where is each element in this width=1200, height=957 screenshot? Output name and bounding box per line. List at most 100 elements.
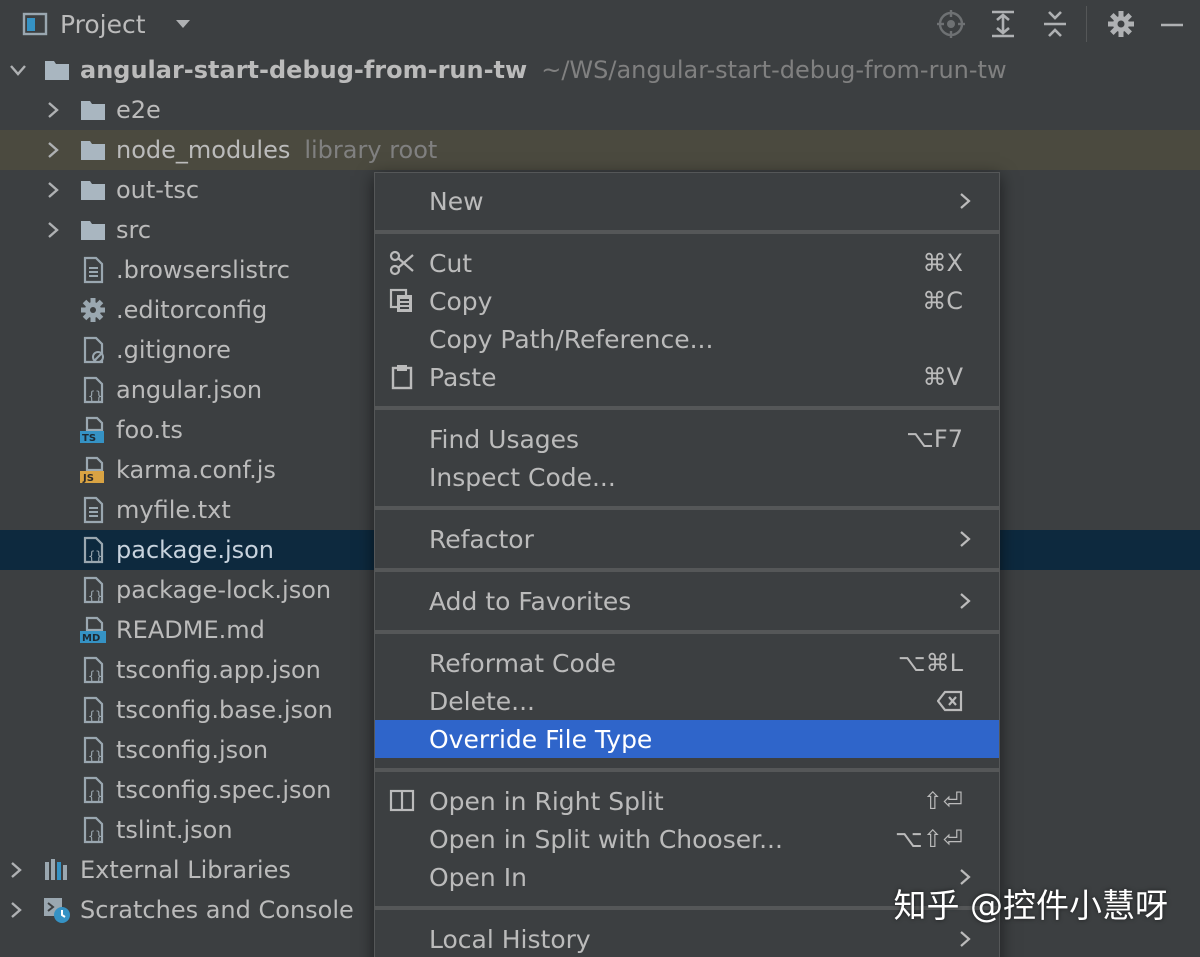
chevron-right-icon bbox=[960, 931, 971, 947]
chevron-right-icon[interactable] bbox=[6, 860, 26, 880]
folder-label: src bbox=[116, 216, 152, 244]
root-name-text: angular-start-debug-from-run-tw bbox=[80, 56, 528, 84]
file-label: foo.ts bbox=[116, 416, 183, 444]
menu-item-label: New bbox=[429, 186, 484, 216]
menu-shortcut: ⌥⇧⏎ bbox=[895, 825, 963, 853]
folder-name-text: node_modules bbox=[116, 136, 291, 164]
collapse-all-icon[interactable] bbox=[1039, 8, 1071, 40]
menu-item-label: Delete... bbox=[429, 686, 535, 716]
scissors-icon bbox=[389, 250, 414, 276]
minimize-icon[interactable] bbox=[1156, 8, 1188, 40]
menu-item-label: Paste bbox=[429, 362, 497, 392]
folder-icon bbox=[45, 61, 69, 80]
md-badge: MD bbox=[82, 633, 101, 644]
menu-separator bbox=[375, 506, 999, 510]
text-file-icon bbox=[83, 496, 104, 524]
json-file-icon: {} bbox=[83, 736, 104, 764]
menu-item-label: Reformat Code bbox=[429, 648, 616, 678]
menu-item-copy[interactable]: Copy ⌘C bbox=[375, 282, 999, 320]
file-label: tslint.json bbox=[116, 816, 233, 844]
svg-text:{}: {} bbox=[88, 789, 102, 803]
gear-icon bbox=[81, 298, 105, 322]
menu-item-label: Open In bbox=[429, 862, 527, 892]
file-label: myfile.txt bbox=[116, 496, 231, 524]
menu-item-label: Add to Favorites bbox=[429, 586, 632, 616]
menu-item-label: Local History bbox=[429, 924, 591, 954]
file-label: tsconfig.base.json bbox=[116, 696, 333, 724]
menu-shortcut: ⌘X bbox=[922, 249, 963, 277]
json-file-icon: {} bbox=[83, 816, 104, 844]
root-folder-name: angular-start-debug-from-run-tw ~/WS/angu… bbox=[80, 56, 1007, 84]
library-root-hint: library root bbox=[304, 136, 438, 164]
json-file-icon: {} bbox=[83, 576, 104, 604]
menu-item-delete[interactable]: Delete... bbox=[375, 682, 999, 720]
menu-item-label: Cut bbox=[429, 248, 473, 278]
menu-item-label: Override File Type bbox=[429, 724, 653, 754]
chevron-right-icon[interactable] bbox=[43, 220, 63, 240]
file-label: tsconfig.spec.json bbox=[116, 776, 332, 804]
json-file-icon: {} bbox=[83, 776, 104, 804]
menu-item-reformat-code[interactable]: Reformat Code ⌥⌘L bbox=[375, 644, 999, 682]
file-label: tsconfig.app.json bbox=[116, 656, 321, 684]
menu-item-add-to-favorites[interactable]: Add to Favorites bbox=[375, 582, 999, 620]
chevron-down-icon[interactable] bbox=[174, 15, 192, 33]
menu-item-find-usages[interactable]: Find Usages ⌥F7 bbox=[375, 420, 999, 458]
menu-item-refactor[interactable]: Refactor bbox=[375, 520, 999, 558]
menu-item-cut[interactable]: Cut ⌘X bbox=[375, 244, 999, 282]
menu-item-label: Copy bbox=[429, 286, 493, 316]
chevron-right-icon[interactable] bbox=[43, 100, 63, 120]
folder-icon bbox=[81, 101, 105, 120]
locate-icon[interactable] bbox=[935, 8, 967, 40]
menu-item-label: Refactor bbox=[429, 524, 534, 554]
chevron-right-icon[interactable] bbox=[43, 180, 63, 200]
folder-label: node_modules library root bbox=[116, 136, 437, 164]
folder-label: e2e bbox=[116, 96, 161, 124]
menu-shortcut: ⌥⌘L bbox=[897, 649, 963, 677]
menu-item-paste[interactable]: Paste ⌘V bbox=[375, 358, 999, 396]
json-file-icon: {} bbox=[83, 656, 104, 684]
project-view-title: Project bbox=[60, 9, 146, 39]
menu-shortcut: ⌥F7 bbox=[906, 425, 963, 453]
file-label: tsconfig.json bbox=[116, 736, 269, 764]
menu-item-open-split-chooser[interactable]: Open in Split with Chooser... ⌥⇧⏎ bbox=[375, 820, 999, 858]
menu-item-copy-path[interactable]: Copy Path/Reference... bbox=[375, 320, 999, 358]
menu-item-new[interactable]: New bbox=[375, 182, 999, 220]
menu-item-label: Find Usages bbox=[429, 424, 580, 454]
svg-text:{}: {} bbox=[88, 829, 102, 843]
context-menu: New Cut ⌘X Copy ⌘C Copy Path/Reference..… bbox=[374, 172, 1000, 957]
menu-item-inspect-code[interactable]: Inspect Code... bbox=[375, 458, 999, 496]
scratches-label: Scratches and Console bbox=[80, 896, 354, 924]
expand-all-icon[interactable] bbox=[987, 8, 1019, 40]
menu-item-label: Open in Split with Chooser... bbox=[429, 824, 783, 854]
tree-row-root[interactable]: angular-start-debug-from-run-tw ~/WS/angu… bbox=[0, 50, 1200, 90]
json-file-icon: {} bbox=[83, 376, 104, 404]
menu-item-label: Open in Right Split bbox=[429, 786, 664, 816]
menu-item-open-right-split[interactable]: Open in Right Split ⇧⏎ bbox=[375, 782, 999, 820]
external-libraries-label: External Libraries bbox=[80, 856, 291, 884]
menu-shortcut: ⌘V bbox=[922, 363, 963, 391]
clipboard-icon bbox=[391, 365, 413, 390]
delete-key-icon bbox=[937, 690, 963, 712]
file-label: angular.json bbox=[116, 376, 263, 404]
tree-row-folder-library[interactable]: node_modules library root bbox=[0, 130, 1200, 170]
js-badge: JS bbox=[83, 473, 94, 484]
file-label: .browserslistrc bbox=[116, 256, 290, 284]
chevron-right-icon[interactable] bbox=[6, 900, 26, 920]
menu-separator bbox=[375, 230, 999, 234]
menu-shortcut: ⌘C bbox=[922, 287, 963, 315]
chevron-down-icon[interactable] bbox=[8, 60, 28, 80]
svg-text:{}: {} bbox=[88, 549, 102, 563]
text-file-icon bbox=[83, 256, 104, 284]
tree-row-folder[interactable]: e2e bbox=[0, 90, 1200, 130]
gear-icon[interactable] bbox=[1105, 8, 1137, 40]
chevron-right-icon[interactable] bbox=[43, 140, 63, 160]
svg-text:{}: {} bbox=[88, 709, 102, 723]
project-toolbar: Project bbox=[0, 0, 1200, 48]
folder-icon bbox=[81, 141, 105, 160]
menu-item-override-file-type[interactable]: Override File Type bbox=[375, 720, 999, 758]
chevron-right-icon bbox=[960, 593, 971, 609]
folder-label: out-tsc bbox=[116, 176, 200, 204]
toolbar-divider bbox=[1086, 6, 1087, 42]
menu-shortcut: ⇧⏎ bbox=[922, 787, 963, 815]
project-view-selector[interactable]: Project bbox=[22, 8, 192, 40]
